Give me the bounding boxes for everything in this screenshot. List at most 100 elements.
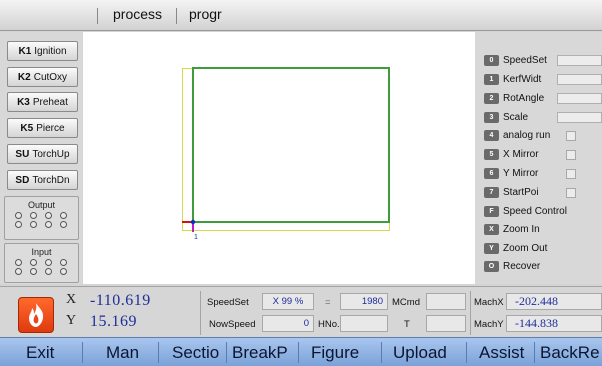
torch-up-button[interactable]: SU TorchUp: [7, 144, 78, 164]
start-point-label: 1: [194, 234, 198, 241]
output-led: [14, 212, 22, 219]
input-led: [29, 268, 37, 275]
y-mirror-checkbox[interactable]: [566, 169, 576, 179]
input-indicator-panel: Input: [4, 243, 79, 283]
option-label: Zoom In: [503, 224, 540, 235]
key-badge: 4: [484, 130, 499, 141]
rotangle-field[interactable]: [557, 93, 602, 104]
cutoxy-button[interactable]: K2 CutOxy: [7, 67, 78, 87]
speedset-label: SpeedSet: [207, 297, 249, 308]
left-key-panel: K1 Ignition K2 CutOxy K3 Preheat K5 Pierce S…: [0, 32, 82, 284]
input-led: [14, 259, 22, 266]
speed-percent-field[interactable]: X 99 %: [262, 293, 314, 310]
menu-divider: [226, 342, 227, 363]
recover-button[interactable]: O Recover: [484, 259, 540, 274]
key-badge: 1: [484, 74, 499, 85]
machx-value: -202.448: [506, 293, 602, 310]
speed-control-button[interactable]: F Speed Control: [484, 204, 567, 219]
scale-field[interactable]: [557, 112, 602, 123]
key-badge: Y: [484, 243, 499, 254]
tab-divider: [176, 8, 177, 24]
key-badge: 7: [484, 187, 499, 198]
function-menu-bar: Exit Man Sectio BreakP Figure Upload Ass…: [0, 337, 602, 366]
cutting-path-canvas[interactable]: 1: [83, 32, 475, 284]
output-title: Output: [27, 200, 56, 210]
menu-breakpoint[interactable]: BreakP: [232, 343, 288, 363]
menu-divider: [82, 342, 83, 363]
x-axis-label: X: [66, 292, 77, 307]
option-label: Zoom Out: [503, 243, 548, 254]
machy-label: MachY: [474, 319, 504, 330]
x-mirror-checkbox[interactable]: [566, 150, 576, 160]
output-led: [59, 221, 67, 228]
scale-option[interactable]: 3 Scale: [484, 110, 528, 125]
status-divider: [200, 291, 201, 335]
key-badge: F: [484, 206, 499, 217]
speedset-option[interactable]: 0 SpeedSet: [484, 53, 547, 68]
analog-run-option[interactable]: 4 analog run: [484, 128, 550, 143]
hno-field: [340, 315, 388, 332]
key-label: K5: [20, 122, 34, 134]
tab-divider: [97, 8, 98, 24]
key-label: K1: [18, 45, 32, 57]
input-led: [44, 259, 52, 266]
menu-figure[interactable]: Figure: [311, 343, 359, 363]
tab-progr[interactable]: progr: [189, 6, 222, 22]
zoom-in-button[interactable]: X Zoom In: [484, 222, 540, 237]
top-bar: process progr: [0, 0, 602, 31]
speedset-field[interactable]: [557, 55, 602, 66]
torch-position-marker: [190, 219, 196, 225]
output-dots: [5, 212, 78, 228]
y-mirror-option[interactable]: 6 Y Mirror: [484, 166, 538, 181]
tab-process[interactable]: process: [113, 6, 162, 22]
button-label: TorchDn: [32, 174, 70, 186]
menu-manual[interactable]: Man: [106, 343, 139, 363]
zoom-out-button[interactable]: Y Zoom Out: [484, 241, 547, 256]
machy-value: -144.838: [506, 315, 602, 332]
y-axis-label: Y: [66, 313, 77, 328]
output-led: [29, 221, 37, 228]
equals-sign: =: [325, 297, 331, 308]
option-label: Speed Control: [503, 206, 567, 217]
button-label: CutOxy: [33, 71, 68, 83]
kerfwidth-field[interactable]: [557, 74, 602, 85]
menu-section[interactable]: Sectio: [172, 343, 219, 363]
output-led: [14, 221, 22, 228]
cut-path: [192, 67, 390, 223]
key-badge: 2: [484, 93, 499, 104]
preheat-button[interactable]: K3 Preheat: [7, 92, 78, 112]
menu-assist[interactable]: Assist: [479, 343, 524, 363]
output-indicator-panel: Output: [4, 196, 79, 240]
key-badge: O: [484, 261, 499, 272]
rotangle-option[interactable]: 2 RotAngle: [484, 91, 544, 106]
mcmd-field: [426, 293, 466, 310]
start-point-option[interactable]: 7 StartPoi: [484, 185, 539, 200]
flame-icon: [18, 297, 54, 333]
menu-back-return[interactable]: BackRe: [540, 343, 600, 363]
pierce-button[interactable]: K5 Pierce: [7, 118, 78, 138]
start-point-checkbox[interactable]: [566, 188, 576, 198]
status-divider: [470, 291, 471, 335]
menu-upload[interactable]: Upload: [393, 343, 447, 363]
analog-run-checkbox[interactable]: [566, 131, 576, 141]
option-label: analog run: [503, 130, 551, 141]
option-label: SpeedSet: [503, 55, 547, 66]
key-label: K2: [17, 71, 31, 83]
hno-label: HNo.: [318, 319, 340, 330]
input-led: [29, 259, 37, 266]
menu-exit[interactable]: Exit: [26, 343, 54, 363]
input-dots: [5, 259, 78, 275]
path-preview: 1: [182, 67, 390, 241]
ignition-button[interactable]: K1 Ignition: [7, 41, 78, 61]
torch-down-button[interactable]: SD TorchDn: [7, 170, 78, 190]
input-led: [59, 268, 67, 275]
option-label: Scale: [503, 112, 529, 123]
option-label: RotAngle: [503, 93, 545, 104]
output-led: [44, 212, 52, 219]
kerfwidth-option[interactable]: 1 KerfWidt: [484, 72, 541, 87]
input-led: [59, 259, 67, 266]
option-label: X Mirror: [503, 149, 539, 160]
option-label: StartPoi: [503, 187, 539, 198]
x-mirror-option[interactable]: 5 X Mirror: [484, 147, 539, 162]
button-label: Ignition: [34, 45, 67, 57]
